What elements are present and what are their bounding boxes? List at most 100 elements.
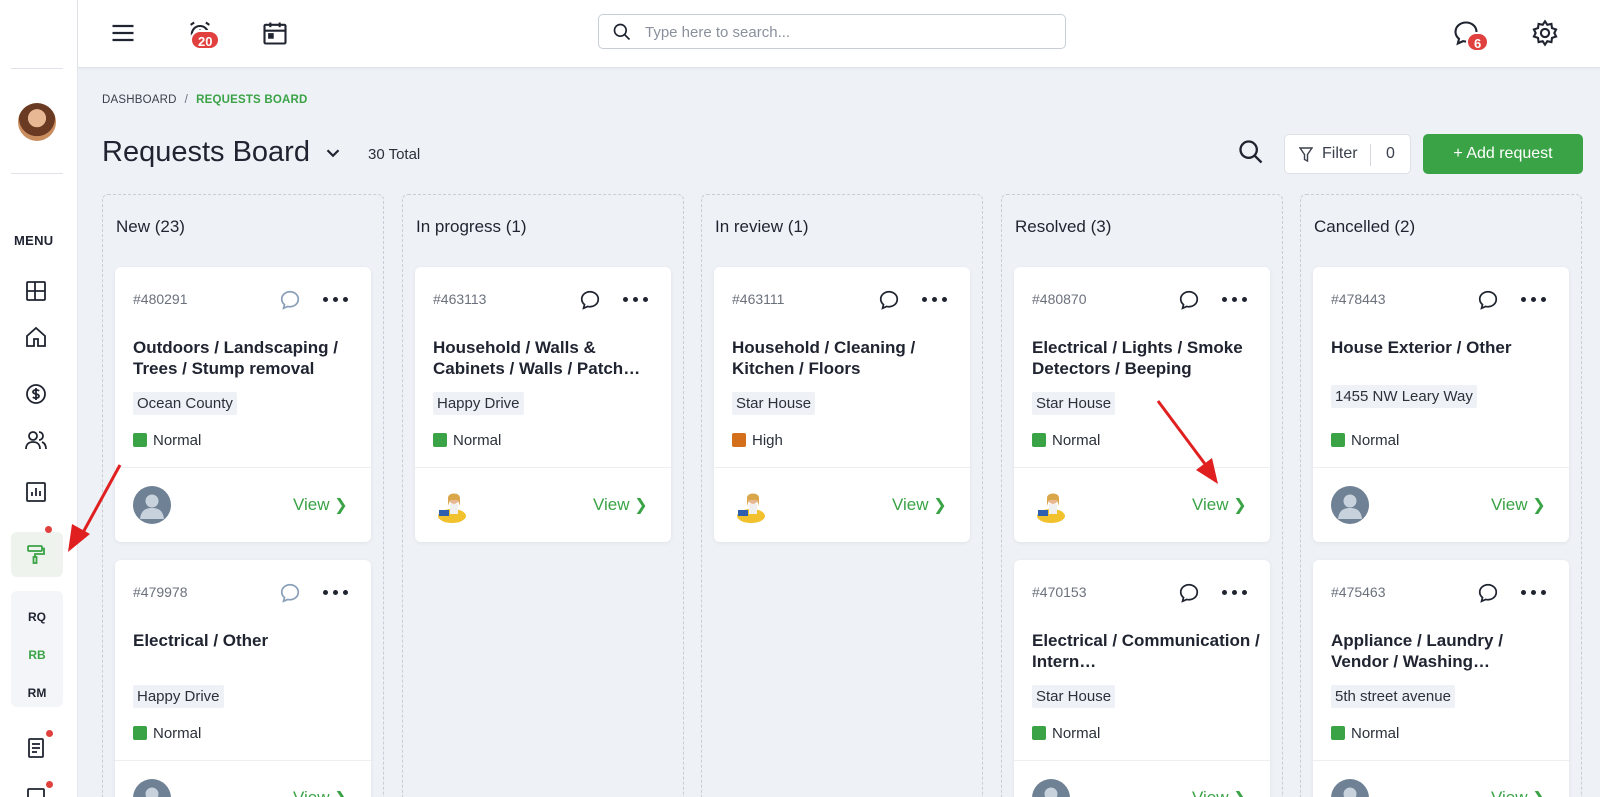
view-link-label: View bbox=[1491, 495, 1528, 514]
request-title: Electrical / Communication / Intern… bbox=[1032, 631, 1260, 671]
more-options-icon[interactable] bbox=[620, 287, 650, 311]
users-icon[interactable] bbox=[22, 426, 50, 454]
assignee-avatar[interactable] bbox=[1032, 486, 1070, 524]
priority-text: Normal bbox=[153, 725, 202, 742]
chevron-right-icon: ❯ bbox=[1532, 790, 1545, 797]
chevron-right-icon: ❯ bbox=[1233, 497, 1247, 514]
more-options-icon[interactable] bbox=[320, 580, 350, 604]
assignee-avatar[interactable] bbox=[133, 779, 171, 797]
assignee-avatar[interactable] bbox=[1032, 779, 1070, 797]
chevron-right-icon: ❯ bbox=[1233, 790, 1246, 797]
paint-roller-icon[interactable] bbox=[22, 540, 50, 568]
alarm-count-badge: 20 bbox=[190, 30, 221, 50]
card-divider bbox=[115, 467, 371, 468]
comment-bubble-icon[interactable] bbox=[1178, 582, 1200, 604]
user-avatar[interactable] bbox=[18, 103, 56, 141]
priority-text: High bbox=[752, 432, 783, 449]
request-id: #478443 bbox=[1331, 291, 1386, 307]
notification-dot bbox=[45, 526, 52, 533]
document-list-icon[interactable] bbox=[22, 734, 50, 762]
notification-dot bbox=[46, 781, 53, 788]
comment-bubble-icon[interactable] bbox=[279, 289, 301, 311]
property-tag: Ocean County bbox=[133, 392, 237, 415]
property-tag: Star House bbox=[732, 392, 816, 415]
submenu-item-rq[interactable]: RQ bbox=[11, 610, 63, 624]
comment-bubble-icon[interactable] bbox=[1477, 582, 1499, 604]
more-options-icon[interactable] bbox=[1219, 580, 1249, 604]
request-title: Electrical / Lights / Smoke Detectors / … bbox=[1032, 338, 1243, 378]
chat-count-badge: 6 bbox=[1466, 32, 1490, 52]
comment-bubble-icon[interactable] bbox=[579, 289, 601, 311]
priority-label: Normal bbox=[1032, 432, 1100, 449]
priority-label: Normal bbox=[1032, 725, 1100, 742]
chevron-right-icon: ❯ bbox=[1532, 497, 1546, 514]
view-request-link[interactable]: View ❯ bbox=[293, 788, 348, 797]
more-options-icon[interactable] bbox=[1219, 287, 1249, 311]
hamburger-menu-icon[interactable] bbox=[106, 16, 140, 50]
submenu-item-rb[interactable]: RB bbox=[11, 648, 63, 662]
breadcrumb-current: REQUESTS BOARD bbox=[196, 94, 308, 106]
priority-color-square bbox=[133, 433, 147, 447]
column-title: In progress (1) bbox=[416, 217, 527, 236]
assignee-avatar[interactable] bbox=[433, 486, 471, 524]
request-card[interactable]: #480870 Electrical / Lights / Smoke Detec… bbox=[1014, 267, 1270, 542]
view-request-link[interactable]: View ❯ bbox=[293, 495, 348, 515]
settings-gear-icon[interactable] bbox=[1528, 16, 1562, 50]
view-request-link[interactable]: View ❯ bbox=[892, 495, 947, 515]
sidebar-divider bbox=[11, 173, 63, 174]
more-options-icon[interactable] bbox=[919, 287, 949, 311]
dashboard-grid-icon[interactable] bbox=[22, 277, 50, 305]
comment-bubble-icon[interactable] bbox=[1477, 289, 1499, 311]
request-card[interactable]: #478443 House Exterior / Other 1455 NW Lea… bbox=[1313, 267, 1569, 542]
request-card[interactable]: #480291 Outdoors / Landscaping / Trees / … bbox=[115, 267, 371, 542]
calendar-icon[interactable] bbox=[258, 16, 292, 50]
request-card[interactable]: #463111 Household / Cleaning / Kitchen / … bbox=[714, 267, 970, 542]
view-request-link[interactable]: View ❯ bbox=[593, 495, 648, 515]
assignee-avatar[interactable] bbox=[133, 486, 171, 524]
assignee-avatar[interactable] bbox=[1331, 486, 1369, 524]
request-card[interactable]: #475463 Appliance / Laundry / Vendor / Wa… bbox=[1313, 560, 1569, 797]
notification-dot bbox=[46, 730, 53, 737]
request-card[interactable]: #470153 Electrical / Communication / Inte… bbox=[1014, 560, 1270, 797]
request-card[interactable]: #479978 Electrical / Other Happy Drive Norm… bbox=[115, 560, 371, 797]
filter-funnel-icon bbox=[1299, 147, 1313, 163]
search-input[interactable] bbox=[645, 19, 1045, 45]
comment-bubble-icon[interactable] bbox=[878, 289, 900, 311]
request-title: Electrical / Other bbox=[133, 631, 269, 650]
request-card[interactable]: #463113 Household / Walls & Cabinets / Wa… bbox=[415, 267, 671, 542]
view-request-link[interactable]: View ❯ bbox=[1192, 495, 1247, 515]
assignee-avatar[interactable] bbox=[1331, 779, 1369, 797]
card-divider bbox=[1313, 467, 1569, 468]
more-options-icon[interactable] bbox=[1518, 580, 1548, 604]
assignee-avatar[interactable] bbox=[732, 486, 770, 524]
filter-button[interactable]: Filter 0 bbox=[1284, 134, 1411, 174]
more-options-icon[interactable] bbox=[1518, 287, 1548, 311]
reports-chart-icon[interactable] bbox=[22, 478, 50, 506]
top-bar: 20 6 bbox=[78, 0, 1600, 68]
comment-bubble-icon[interactable] bbox=[1178, 289, 1200, 311]
property-tag: Happy Drive bbox=[433, 392, 524, 415]
comment-bubble-icon[interactable] bbox=[279, 582, 301, 604]
view-link-label: View bbox=[1491, 788, 1528, 797]
global-search[interactable] bbox=[598, 14, 1066, 49]
filter-label: Filter bbox=[1322, 145, 1358, 162]
home-icon[interactable] bbox=[22, 323, 50, 351]
view-request-link[interactable]: View ❯ bbox=[1491, 788, 1546, 797]
view-link-label: View bbox=[593, 495, 630, 514]
breadcrumb-dashboard[interactable]: DASHBOARD bbox=[102, 94, 177, 106]
card-divider bbox=[415, 467, 671, 468]
more-options-icon[interactable] bbox=[320, 287, 350, 311]
search-icon[interactable] bbox=[1237, 138, 1265, 166]
view-request-link[interactable]: View ❯ bbox=[1491, 495, 1546, 515]
submenu-item-rm[interactable]: RM bbox=[11, 686, 63, 700]
chevron-right-icon: ❯ bbox=[334, 497, 348, 514]
request-id: #463111 bbox=[732, 291, 785, 307]
chevron-down-icon[interactable] bbox=[322, 142, 344, 164]
dollar-circle-icon[interactable] bbox=[22, 380, 50, 408]
request-id: #480870 bbox=[1032, 291, 1087, 307]
view-request-link[interactable]: View ❯ bbox=[1192, 788, 1247, 797]
add-request-button[interactable]: + Add request bbox=[1423, 134, 1583, 174]
view-link-label: View bbox=[293, 788, 330, 797]
filter-count: 0 bbox=[1386, 145, 1395, 162]
request-id: #475463 bbox=[1331, 584, 1386, 600]
